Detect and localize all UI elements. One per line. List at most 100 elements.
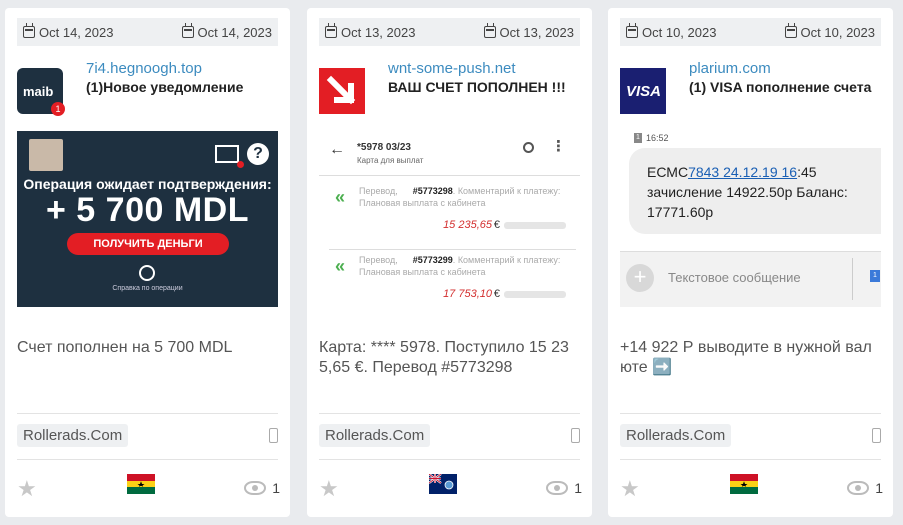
divider [620,459,881,460]
ad-network-tag[interactable]: Rollerads.Com [620,424,732,447]
help-icon: ? [247,143,269,165]
ad-description: Карта: **** 5978. Поступило 15 235,65 €.… [319,339,569,376]
blurred-date [504,222,566,229]
divider [319,459,580,460]
calendar-icon [483,23,496,38]
ghana-flag [730,474,758,494]
transaction-currency: € [493,288,500,300]
calendar-icon [784,23,797,38]
get-money-button: ПОЛУЧИТЬ ДЕНЬГИ [67,233,229,255]
creative-appbar: ← *5978 03/23 Карта для выплат ⋮ [319,131,580,176]
last-seen-date: Oct 13, 2023 [499,24,574,40]
transaction-amount: 15 235,65 [443,219,492,231]
logo-text: maib [23,84,54,99]
first-seen-date: Oct 13, 2023 [341,24,416,40]
transaction-amount: 17 753,10 [443,288,492,300]
notification-badge: 1 [51,102,65,116]
ad-card[interactable]: Oct 10, 2023 Oct 10, 2023 VISA plarium.c… [608,8,893,517]
calendar-icon [325,23,337,38]
views-count: 1 [875,480,883,496]
ad-creative-image[interactable]: 1 16:52 ЕСМС7843 24.12.19 16:45 зачислени… [620,131,881,307]
calendar-icon [181,23,194,38]
date-range: Oct 13, 2023 Oct 13, 2023 [319,18,580,46]
first-seen-date: Oct 10, 2023 [642,24,717,40]
transaction-text: Перевод, #5773298. Комментарий к платежу… [359,186,561,208]
ad-creative-image[interactable]: ? Операция ожидает подтверждения: + 5 70… [17,131,278,307]
divider [319,413,580,414]
sim-send-icon: 1 [870,270,880,282]
message-input-bar: + Текстовое сообщение 1 [620,251,881,307]
more-vertical-icon: ⋮ [551,138,566,155]
views-count: 1 [574,480,582,496]
ad-network-tag[interactable]: Rollerads.Com [17,424,129,447]
incoming-arrows-icon: « [335,187,346,207]
eye-icon [244,481,267,495]
transaction-text: Перевод, #5773299. Комментарий к платежу… [359,255,561,277]
divider [17,413,278,414]
ad-network-tag[interactable]: Rollerads.Com [319,424,431,447]
ad-card[interactable]: Oct 13, 2023 Oct 13, 2023 wnt-some-push.… [307,8,592,517]
favorite-star-icon[interactable]: ★ [620,478,640,500]
divider [620,413,881,414]
eye-icon [847,481,870,495]
ad-header: maib 1 7i4.hegnoogh.top (1)Новое уведомл… [17,60,282,116]
creative-amount: + 5 700 MDL [46,191,249,229]
views-counter: 1 [244,480,280,496]
creative-card-title: *5978 03/23 [357,142,411,153]
ad-domain-link[interactable]: 7i4.hegnoogh.top [86,60,202,77]
ad-title: ВАШ СЧЕТ ПОПОЛНЕН !!! [388,79,566,95]
calendar-icon [626,23,638,38]
visa-logo: VISA [620,68,666,114]
ad-title: (1)Новое уведомление [86,79,244,95]
search-icon [523,142,534,153]
avatar [29,139,63,171]
creative-card-subtitle: Карта для выплат [357,156,424,165]
ghana-flag [127,474,155,494]
date-range: Oct 10, 2023 Oct 10, 2023 [620,18,881,46]
first-seen-date: Oct 14, 2023 [39,24,114,40]
creative-headline: Операция ожидает подтверждения: [23,176,272,192]
divider [852,258,853,300]
transaction-currency: € [493,219,500,231]
download-icon [139,265,155,281]
favorite-star-icon[interactable]: ★ [319,478,339,500]
ad-description: +14 922 Р выводите в нужной валюте ➡️ [620,339,872,376]
blurred-date [504,291,566,298]
envelope-icon [215,145,244,168]
red-arrow-logo [319,68,365,114]
sim-icon: 1 [634,133,642,143]
divider [17,459,278,460]
maib-logo: maib 1 [17,68,65,116]
views-count: 1 [272,480,280,496]
falkland-islands-flag [429,474,457,494]
ad-header: VISA plarium.com (1) VISA пополнение сче… [620,60,885,116]
add-icon: + [626,264,654,292]
ad-domain-link[interactable]: plarium.com [689,60,771,77]
ad-description: Счет пополнен на 5 700 MDL [17,339,233,356]
back-arrow-icon: ← [329,141,345,158]
mobile-device-icon [269,428,278,443]
message-time: 1 16:52 [634,133,669,143]
ad-card[interactable]: Oct 14, 2023 Oct 14, 2023 maib 1 7i4.heg… [5,8,290,517]
ad-domain-link[interactable]: wnt-some-push.net [388,60,516,77]
sms-bubble: ЕСМС7843 24.12.19 16:45 зачисление 14922… [629,148,881,234]
calendar-icon [23,23,35,38]
eye-icon [546,481,569,495]
views-counter: 1 [847,480,883,496]
last-seen-date: Oct 14, 2023 [197,24,272,40]
incoming-arrows-icon: « [335,256,346,276]
message-placeholder: Текстовое сообщение [668,270,801,285]
date-range: Oct 14, 2023 Oct 14, 2023 [17,18,278,46]
creative-footer: Справка по операции [112,285,183,292]
favorite-star-icon[interactable]: ★ [17,478,37,500]
logo-text: VISA [626,83,662,100]
transaction-row: « Перевод, #5773299. Комментарий к плате… [329,249,576,305]
views-counter: 1 [546,480,582,496]
ad-header: wnt-some-push.net ВАШ СЧЕТ ПОПОЛНЕН !!! [319,60,584,116]
ad-creative-image[interactable]: ← *5978 03/23 Карта для выплат ⋮ « Перев… [319,131,580,307]
ad-title: (1) VISA пополнение счета [689,79,872,95]
transaction-row: « Перевод, #5773298. Комментарий к плате… [329,181,576,237]
mobile-device-icon [571,428,580,443]
mobile-device-icon [872,428,881,443]
last-seen-date: Oct 10, 2023 [800,24,875,40]
